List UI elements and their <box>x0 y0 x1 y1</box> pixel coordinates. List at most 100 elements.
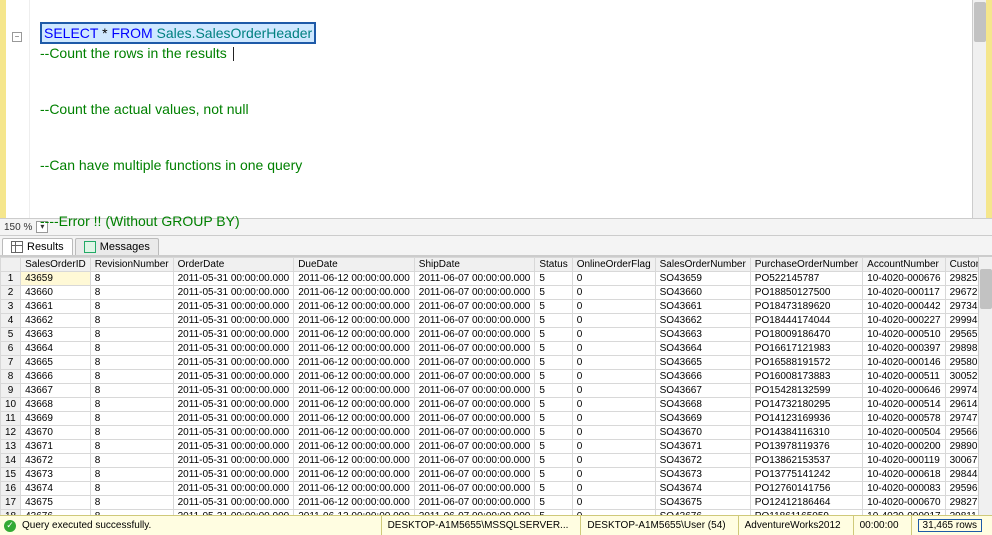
cell[interactable]: 0 <box>572 370 655 384</box>
cell[interactable]: 0 <box>572 342 655 356</box>
cell[interactable]: SO43671 <box>655 440 750 454</box>
cell[interactable]: 2011-05-31 00:00:00.000 <box>173 370 294 384</box>
table-row[interactable]: 144367282011-05-31 00:00:00.0002011-06-1… <box>1 454 992 468</box>
cell[interactable]: 2011-06-12 00:00:00.000 <box>294 482 415 496</box>
column-header[interactable]: Status <box>535 258 572 272</box>
cell[interactable]: 10-4020-000510 <box>863 328 945 342</box>
cell[interactable]: 8 <box>90 286 173 300</box>
cell[interactable]: 0 <box>572 384 655 398</box>
column-header[interactable]: AccountNumber <box>863 258 945 272</box>
cell[interactable]: 2011-06-12 00:00:00.000 <box>294 412 415 426</box>
cell[interactable]: PO13978119376 <box>750 440 862 454</box>
cell[interactable]: 2011-06-12 00:00:00.000 <box>294 454 415 468</box>
row-number[interactable]: 14 <box>1 454 21 468</box>
cell[interactable]: SO43667 <box>655 384 750 398</box>
cell[interactable]: SO43673 <box>655 468 750 482</box>
cell[interactable]: PO14384116310 <box>750 426 862 440</box>
cell[interactable]: SO43663 <box>655 328 750 342</box>
cell[interactable]: 2011-06-07 00:00:00.000 <box>414 272 535 286</box>
cell[interactable]: 2011-06-07 00:00:00.000 <box>414 496 535 510</box>
cell[interactable]: 0 <box>572 272 655 286</box>
cell[interactable]: 2011-05-31 00:00:00.000 <box>173 398 294 412</box>
scrollbar-thumb[interactable] <box>980 269 992 309</box>
sql-editor[interactable]: SELECT * FROM Sales.SalesOrderHeader --C… <box>6 0 986 238</box>
cell[interactable]: 0 <box>572 454 655 468</box>
cell[interactable]: 2011-05-31 00:00:00.000 <box>173 356 294 370</box>
cell[interactable]: 43673 <box>21 468 91 482</box>
cell[interactable]: 2011-06-07 00:00:00.000 <box>414 356 535 370</box>
table-row[interactable]: 84366682011-05-31 00:00:00.0002011-06-12… <box>1 370 992 384</box>
cell[interactable]: 43661 <box>21 300 91 314</box>
cell[interactable]: PO14123169936 <box>750 412 862 426</box>
sql-editor-pane[interactable]: − SELECT * FROM Sales.SalesOrderHeader -… <box>0 0 992 218</box>
table-row[interactable]: 54366382011-05-31 00:00:00.0002011-06-12… <box>1 328 992 342</box>
cell[interactable]: 2011-06-12 00:00:00.000 <box>294 426 415 440</box>
cell[interactable]: 2011-06-07 00:00:00.000 <box>414 426 535 440</box>
cell[interactable]: PO18850127500 <box>750 286 862 300</box>
table-row[interactable]: 74366582011-05-31 00:00:00.0002011-06-12… <box>1 356 992 370</box>
row-number[interactable]: 9 <box>1 384 21 398</box>
row-header-corner[interactable] <box>1 258 21 272</box>
cell[interactable]: 43659 <box>21 272 91 286</box>
cell[interactable]: 43664 <box>21 342 91 356</box>
tab-messages[interactable]: Messages <box>75 238 159 255</box>
cell[interactable]: 2011-06-07 00:00:00.000 <box>414 328 535 342</box>
table-row[interactable]: 64366482011-05-31 00:00:00.0002011-06-12… <box>1 342 992 356</box>
cell[interactable]: 5 <box>535 356 572 370</box>
cell[interactable]: 0 <box>572 468 655 482</box>
cell[interactable]: PO15428132599 <box>750 384 862 398</box>
table-row[interactable]: 24366082011-05-31 00:00:00.0002011-06-12… <box>1 286 992 300</box>
cell[interactable]: 43670 <box>21 426 91 440</box>
cell[interactable]: 2011-06-12 00:00:00.000 <box>294 300 415 314</box>
cell[interactable]: 10-4020-000578 <box>863 412 945 426</box>
cell[interactable]: PO522145787 <box>750 272 862 286</box>
cell[interactable]: SO43666 <box>655 370 750 384</box>
cell[interactable]: 8 <box>90 328 173 342</box>
row-number[interactable]: 4 <box>1 314 21 328</box>
cell[interactable]: SO43672 <box>655 454 750 468</box>
table-row[interactable]: 44366282011-05-31 00:00:00.0002011-06-12… <box>1 314 992 328</box>
cell[interactable]: 0 <box>572 300 655 314</box>
cell[interactable]: 10-4020-000511 <box>863 370 945 384</box>
cell[interactable]: 0 <box>572 482 655 496</box>
cell[interactable]: SO43669 <box>655 412 750 426</box>
grid-scrollbar[interactable] <box>978 257 992 515</box>
row-number[interactable]: 8 <box>1 370 21 384</box>
cell[interactable]: 2011-06-07 00:00:00.000 <box>414 314 535 328</box>
column-header[interactable]: OnlineOrderFlag <box>572 258 655 272</box>
cell[interactable]: 2011-05-31 00:00:00.000 <box>173 426 294 440</box>
cell[interactable]: 8 <box>90 496 173 510</box>
cell[interactable]: 0 <box>572 356 655 370</box>
cell[interactable]: 0 <box>572 412 655 426</box>
cell[interactable]: PO12760141756 <box>750 482 862 496</box>
cell[interactable]: SO43665 <box>655 356 750 370</box>
cell[interactable]: 10-4020-000618 <box>863 468 945 482</box>
row-number[interactable]: 6 <box>1 342 21 356</box>
scrollbar-thumb[interactable] <box>974 2 986 42</box>
cell[interactable]: 10-4020-000442 <box>863 300 945 314</box>
cell[interactable]: 43667 <box>21 384 91 398</box>
row-number[interactable]: 5 <box>1 328 21 342</box>
cell[interactable]: 5 <box>535 342 572 356</box>
cell[interactable]: SO43662 <box>655 314 750 328</box>
column-header[interactable]: SalesOrderID <box>21 258 91 272</box>
cell[interactable]: 5 <box>535 328 572 342</box>
cell[interactable]: 2011-06-07 00:00:00.000 <box>414 454 535 468</box>
cell[interactable]: PO18473189620 <box>750 300 862 314</box>
cell[interactable]: 2011-05-31 00:00:00.000 <box>173 300 294 314</box>
row-number[interactable]: 1 <box>1 272 21 286</box>
cell[interactable]: 8 <box>90 426 173 440</box>
cell[interactable]: 43666 <box>21 370 91 384</box>
row-number[interactable]: 15 <box>1 468 21 482</box>
cell[interactable]: SO43675 <box>655 496 750 510</box>
cell[interactable]: 2011-06-07 00:00:00.000 <box>414 440 535 454</box>
cell[interactable]: PO13862153537 <box>750 454 862 468</box>
cell[interactable]: 0 <box>572 314 655 328</box>
cell[interactable]: 10-4020-000146 <box>863 356 945 370</box>
cell[interactable]: 2011-05-31 00:00:00.000 <box>173 482 294 496</box>
cell[interactable]: 5 <box>535 426 572 440</box>
cell[interactable]: 2011-06-07 00:00:00.000 <box>414 342 535 356</box>
cell[interactable]: 2011-06-12 00:00:00.000 <box>294 468 415 482</box>
cell[interactable]: 2011-06-07 00:00:00.000 <box>414 398 535 412</box>
cell[interactable]: PO14732180295 <box>750 398 862 412</box>
